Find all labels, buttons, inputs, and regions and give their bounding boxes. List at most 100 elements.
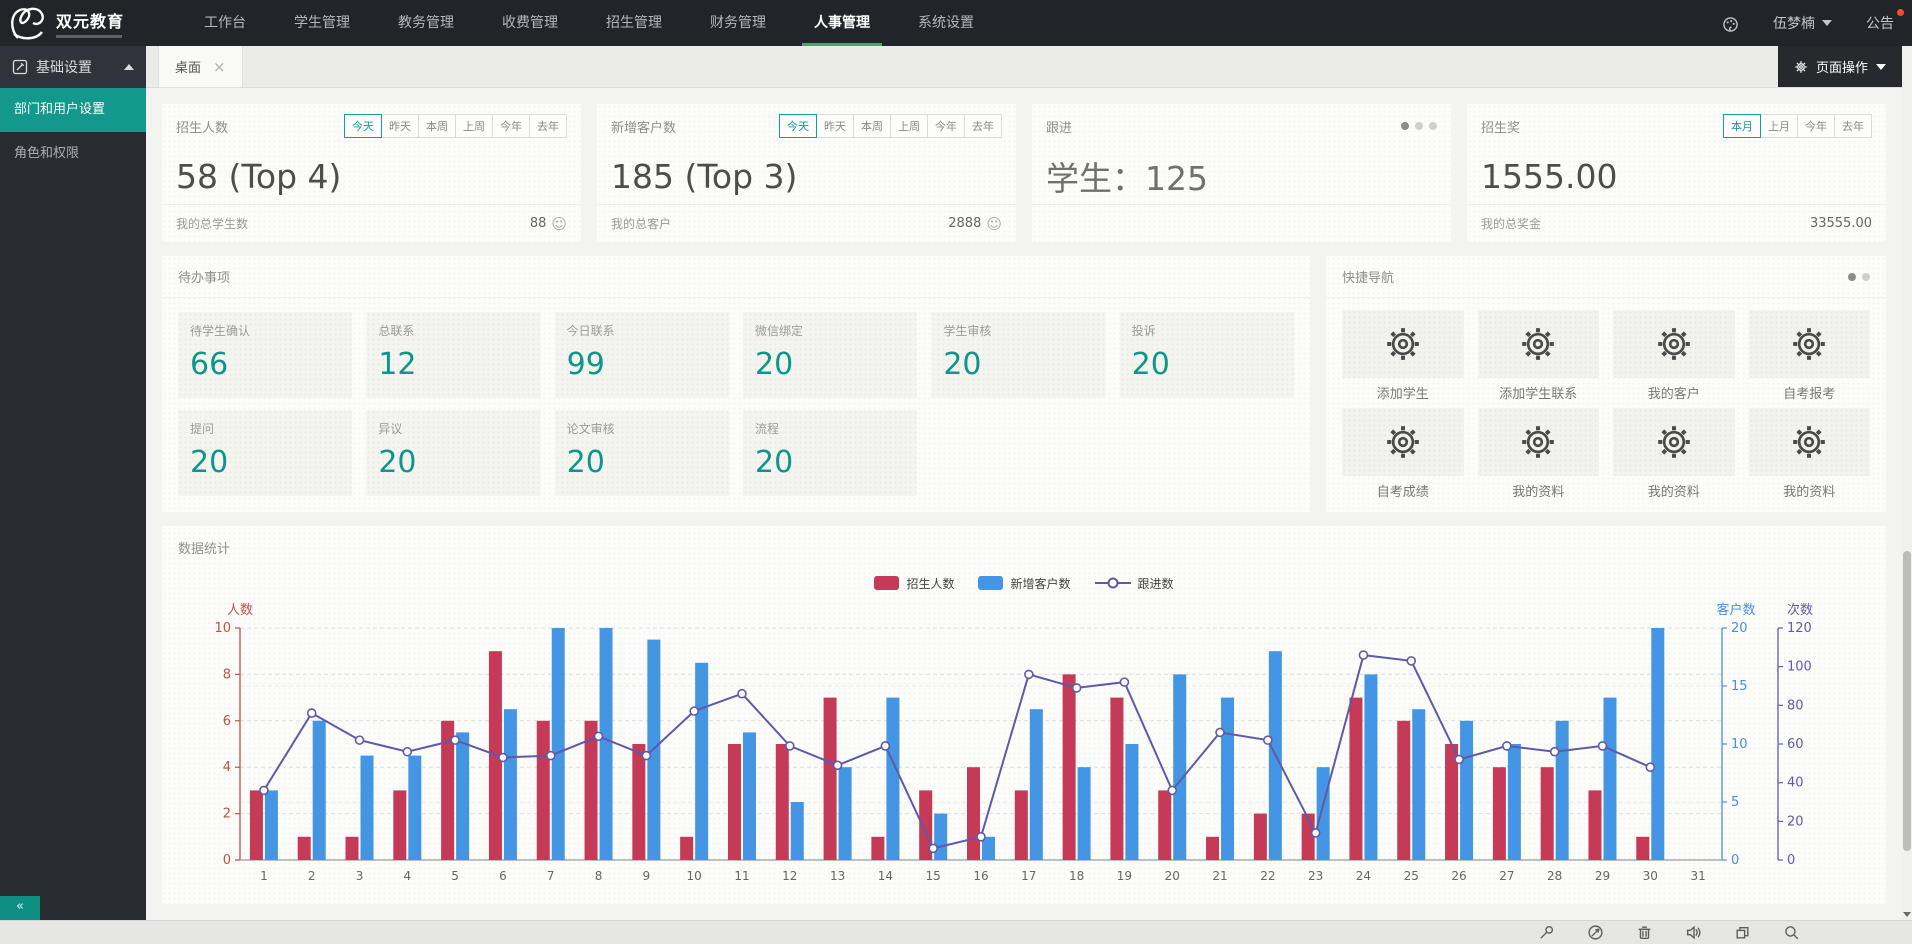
topnav-item-3[interactable]: 收费管理 — [478, 0, 582, 46]
quick-nav-icon-box — [1478, 310, 1600, 378]
filter-button-0[interactable]: 今天 — [344, 114, 382, 138]
filter-button-4[interactable]: 今年 — [492, 114, 530, 138]
svg-text:20: 20 — [1787, 814, 1804, 829]
sidebar-collapse-button[interactable]: « — [0, 896, 40, 920]
legend-label: 跟进数 — [1138, 575, 1174, 592]
filter-button-5[interactable]: 去年 — [529, 114, 567, 138]
quick-nav-icon-box — [1478, 408, 1600, 476]
svg-text:6: 6 — [223, 714, 231, 729]
quick-nav-icon-box — [1342, 310, 1464, 378]
filter-button-1[interactable]: 上月 — [1760, 114, 1798, 138]
user-menu[interactable]: 伍梦楠 — [1773, 13, 1832, 33]
quick-nav-item-6[interactable]: 我的资料 — [1613, 408, 1735, 500]
filter-button-0[interactable]: 本月 — [1723, 114, 1761, 138]
topnav-item-1[interactable]: 学生管理 — [270, 0, 374, 46]
filter-button-3[interactable]: 去年 — [1834, 114, 1872, 138]
carousel-dots — [1401, 122, 1437, 130]
chevron-down-icon — [1876, 64, 1886, 70]
quick-nav-item-4[interactable]: 自考成绩 — [1342, 408, 1464, 500]
quick-nav-item-3[interactable]: 自考报考 — [1749, 310, 1871, 402]
page-action-button[interactable]: 页面操作 — [1778, 46, 1902, 87]
filter-button-2[interactable]: 本周 — [418, 114, 456, 138]
quick-nav-icon-box — [1613, 310, 1735, 378]
topnav-item-4[interactable]: 招生管理 — [582, 0, 686, 46]
carousel-dot-0[interactable] — [1401, 122, 1409, 130]
filter-button-1[interactable]: 昨天 — [381, 114, 419, 138]
quick-nav-item-5[interactable]: 我的资料 — [1478, 408, 1600, 500]
topnav-item-0[interactable]: 工作台 — [180, 0, 270, 46]
gear-icon — [1384, 423, 1422, 461]
windows-icon[interactable] — [1734, 924, 1751, 941]
filter-button-3[interactable]: 上周 — [890, 114, 928, 138]
legend-label: 招生人数 — [906, 575, 954, 592]
quick-nav-item-2[interactable]: 我的客户 — [1613, 310, 1735, 402]
scrollbar-down-arrow[interactable] — [1902, 912, 1912, 917]
announcements-link[interactable]: 公告 — [1866, 13, 1894, 33]
legend-item-2[interactable]: 跟进数 — [1095, 575, 1174, 592]
search-icon[interactable] — [1783, 924, 1800, 941]
sidebar-item-0[interactable]: 部门和用户设置 — [0, 88, 146, 132]
logo-mark-icon — [8, 4, 48, 42]
todo-tile-3[interactable]: 微信绑定20 — [743, 312, 917, 398]
todo-tile-label: 提问 — [190, 420, 340, 437]
filter-button-0[interactable]: 今天 — [779, 114, 817, 138]
filter-button-1[interactable]: 昨天 — [816, 114, 854, 138]
stat-card-value: 1555.00 — [1467, 148, 1886, 204]
todo-tile-9[interactable]: 流程20 — [743, 410, 917, 496]
todo-tile-value: 99 — [567, 347, 717, 382]
todo-tile-0[interactable]: 待学生确认66 — [178, 312, 352, 398]
svg-text:13: 13 — [830, 869, 845, 883]
topnav-item-5[interactable]: 财务管理 — [686, 0, 790, 46]
volume-icon[interactable] — [1685, 924, 1702, 941]
quick-carousel-dot-1[interactable] — [1862, 273, 1870, 281]
quick-carousel-dot-0[interactable] — [1848, 273, 1856, 281]
todo-tile-2[interactable]: 今日联系99 — [555, 312, 729, 398]
svg-text:8: 8 — [595, 869, 603, 883]
todo-tile-5[interactable]: 投诉20 — [1120, 312, 1294, 398]
compass-icon[interactable] — [1587, 924, 1604, 941]
time-filter-group: 今天昨天本周上周今年去年 — [345, 114, 567, 138]
todo-tile-8[interactable]: 论文审核20 — [555, 410, 729, 496]
filter-button-5[interactable]: 去年 — [964, 114, 1002, 138]
carousel-dot-1[interactable] — [1415, 122, 1423, 130]
quick-nav-item-0[interactable]: 添加学生 — [1342, 310, 1464, 402]
todo-tile-label: 流程 — [755, 420, 905, 437]
stat-footer-value: 33555.00 — [1810, 216, 1872, 231]
filter-button-2[interactable]: 本周 — [853, 114, 891, 138]
trash-icon[interactable] — [1636, 924, 1653, 941]
todo-tile-1[interactable]: 总联系12 — [366, 312, 540, 398]
tab-desktop[interactable]: 桌面 × — [158, 46, 243, 87]
todo-tile-7[interactable]: 异议20 — [366, 410, 540, 496]
todo-tile-label: 投诉 — [1132, 322, 1282, 339]
pin-icon[interactable] — [1538, 924, 1555, 941]
stat-footer-label: 我的总客户 — [611, 215, 671, 232]
sidebar-group-basic-settings[interactable]: 基础设置 — [0, 46, 146, 88]
sidebar-item-1[interactable]: 角色和权限 — [0, 132, 146, 176]
theme-palette-icon[interactable] — [1722, 15, 1739, 32]
stat-card-header: 新增客户数今天昨天本周上周今年去年 — [597, 104, 1016, 148]
legend-item-0[interactable]: 招生人数 — [874, 575, 954, 592]
filter-button-2[interactable]: 今年 — [1797, 114, 1835, 138]
quick-nav-item-7[interactable]: 我的资料 — [1749, 408, 1871, 500]
svg-text:20: 20 — [1731, 621, 1748, 636]
topnav-item-2[interactable]: 教务管理 — [374, 0, 478, 46]
stat-card-value: 学生：125 — [1032, 148, 1451, 204]
todo-tile-4[interactable]: 学生审核20 — [931, 312, 1105, 398]
filter-button-3[interactable]: 上周 — [455, 114, 493, 138]
scrollbar-thumb[interactable] — [1903, 551, 1911, 851]
svg-text:11: 11 — [734, 869, 749, 883]
main-nav: 工作台学生管理教务管理收费管理招生管理财务管理人事管理系统设置 — [180, 0, 998, 46]
topnav-item-7[interactable]: 系统设置 — [894, 0, 998, 46]
svg-text:17: 17 — [1021, 869, 1036, 883]
svg-text:31: 31 — [1690, 869, 1705, 883]
vertical-scrollbar[interactable] — [1902, 46, 1912, 920]
stat-card-header: 招生奖本月上月今年去年 — [1467, 104, 1886, 148]
quick-nav-item-1[interactable]: 添加学生联系 — [1478, 310, 1600, 402]
todo-tile-6[interactable]: 提问20 — [178, 410, 352, 496]
filter-button-4[interactable]: 今年 — [927, 114, 965, 138]
tab-close-icon[interactable]: × — [213, 58, 226, 76]
middle-row: 待办事项 待学生确认66总联系12今日联系99微信绑定20学生审核20投诉20提… — [162, 256, 1886, 512]
topnav-item-6[interactable]: 人事管理 — [790, 0, 894, 46]
legend-item-1[interactable]: 新增客户数 — [978, 575, 1070, 592]
carousel-dot-2[interactable] — [1429, 122, 1437, 130]
